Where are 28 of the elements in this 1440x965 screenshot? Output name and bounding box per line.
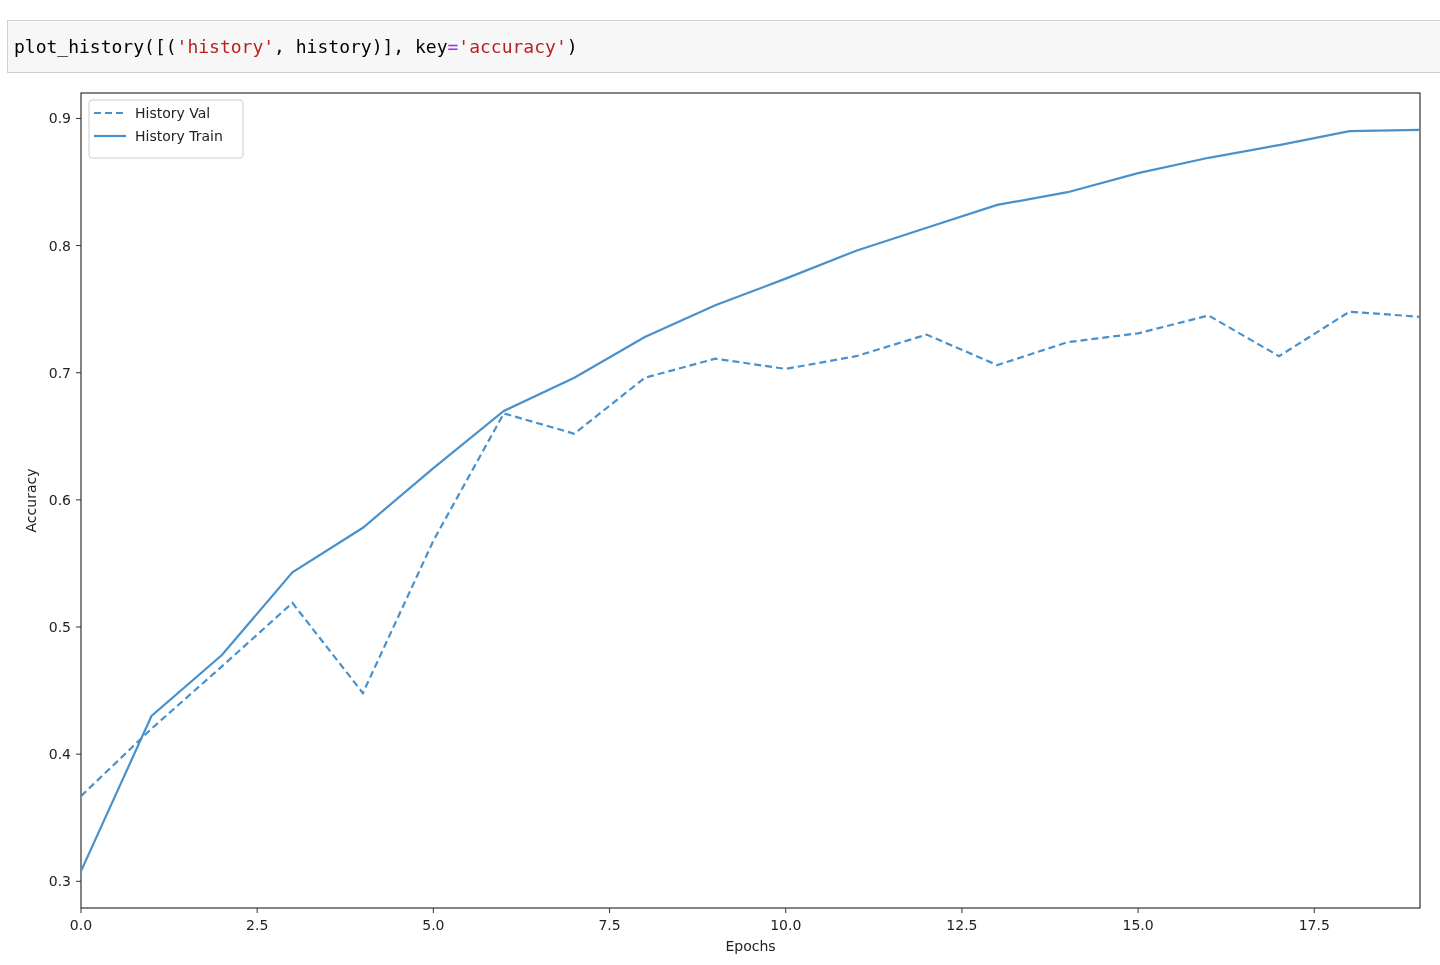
tick-label: 0.8 bbox=[48, 237, 71, 254]
tick-label: 0.3 bbox=[48, 873, 71, 890]
legend-line-icon bbox=[94, 134, 126, 138]
legend-label: History Val bbox=[135, 105, 211, 121]
tick-label: 0.7 bbox=[48, 364, 71, 381]
code-cell[interactable]: plot_history([('history', history)], key='accuracy') bbox=[7, 20, 1440, 73]
axis-label: Accuracy bbox=[23, 468, 39, 533]
code-token: , history)], key bbox=[274, 36, 448, 57]
code-token: 'accuracy' bbox=[458, 36, 567, 57]
legend-label: History Train bbox=[135, 128, 223, 144]
tick-label: 0.6 bbox=[48, 491, 71, 508]
tick-label: 0.5 bbox=[48, 619, 71, 635]
tick-label: 15.0 bbox=[1122, 917, 1154, 933]
tick-label: 12.5 bbox=[946, 917, 978, 933]
tick-label: 17.5 bbox=[1298, 917, 1330, 933]
tick-label: 0.9 bbox=[48, 110, 71, 127]
code-token: 'history' bbox=[176, 36, 275, 57]
code-token: = bbox=[447, 36, 459, 57]
axis-label: Epochs bbox=[725, 938, 776, 954]
code-token: ) bbox=[566, 36, 578, 57]
tick-label: 0.4 bbox=[48, 746, 71, 763]
legend-line-icon bbox=[94, 111, 126, 115]
tick-label: 0.0 bbox=[69, 917, 93, 933]
tick-label: 7.5 bbox=[598, 917, 621, 933]
tick-label: 10.0 bbox=[770, 917, 802, 933]
code-token: plot_history([( bbox=[14, 36, 177, 57]
tick-label: 5.0 bbox=[422, 917, 445, 933]
tick-label: 2.5 bbox=[246, 917, 269, 933]
